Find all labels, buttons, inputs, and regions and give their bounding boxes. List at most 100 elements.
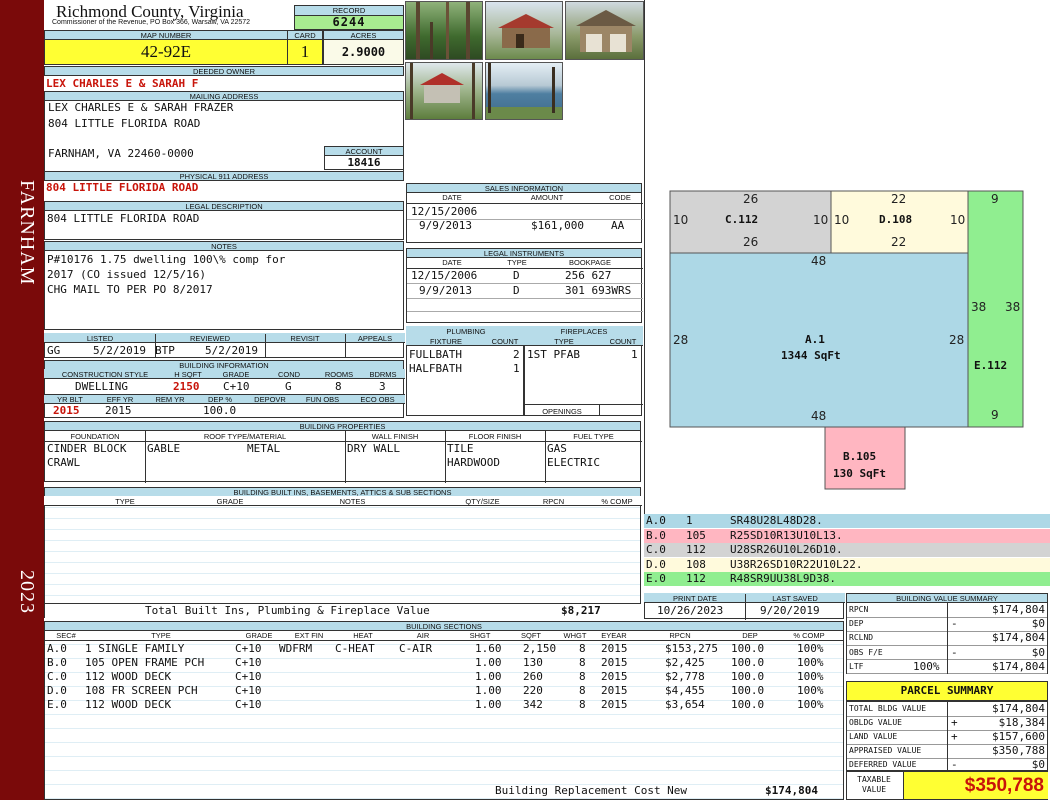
owner-name: LEX CHARLES E & SARAH F [46,77,199,90]
section-cell-dep: 100.0 [731,642,765,655]
fixture-count: 2 [513,348,520,361]
sketch-code-row: C.0 112 U28SR26U10L26D10. [644,543,1050,558]
note-line: CHG MAIL TO PER PO 8/2017 [47,283,213,296]
plumbing-header: PLUMBING [446,327,486,336]
print-date-label: PRINT DATE [673,594,717,603]
fireplace-col-type: TYPE [554,337,574,346]
col-eff-yr: EFF YR [106,395,134,404]
section-cell-sqft: 130 [523,656,543,669]
section-cell-whgt: 8 [579,670,586,683]
li-col-date: DATE [442,258,462,267]
fixture: HALFBATH [409,362,462,375]
physical-address-header: PHYSICAL 911 ADDRESS [44,171,404,181]
garage-icon [576,10,636,52]
sketch-code-sec: C.0 [646,543,666,557]
reviewed-date: 5/2/2019 [205,344,258,357]
col-wall: WALL FINISH [371,432,419,441]
section-cell-air: C-AIR [399,642,433,655]
parcel-sign: - [951,758,958,771]
value-summary-value: $174,804 [992,631,1045,645]
dim-label: 10 [834,213,850,227]
dim-label: 48 [811,409,827,423]
built-ins-total-label: Total Built Ins, Plumbing & Fireplace Va… [145,604,430,617]
section-e-name: E.112 [974,359,1008,372]
sketch-code-sec: E.0 [646,572,666,586]
listed-by: GG [47,344,61,357]
value-summary-value: $174,804 [992,603,1045,616]
col-bdrms: BDRMS [369,370,397,379]
dim-label: 38 [971,300,987,314]
col-floor: FLOOR FINISH [468,432,522,441]
section-col-header: EXT FIN [294,631,324,640]
col-fuel: FUEL TYPE [573,432,614,441]
section-cell-shgt: 1.00 [475,684,502,697]
dim-label: 38 [1005,300,1021,314]
sale-amount: $161,000 [531,219,584,232]
legal-description: 804 LITTLE FLORIDA ROAD [44,210,404,240]
parcel-sign: + [951,730,958,743]
building-value-summary: RPCN $174,804 DEP - $0 RCLND $174,804 OBS F/E - $… [846,602,1048,675]
sale-date: 9/9/2013 [419,219,472,232]
property-photo[interactable] [405,62,483,120]
sketch-code-type: 108 [686,557,706,571]
section-col-header: HEAT [353,631,373,640]
parcel-value: $350,788 [992,744,1045,757]
section-col-header: GRADE [245,631,273,640]
section-cell-sec: E.0 [47,698,67,711]
floor-finish: HARDWOOD [447,456,500,469]
section-cell-shgt: 1.00 [475,656,502,669]
section-cell-type: 112 WOOD DECK [85,698,172,711]
dim-label: 9 [991,408,999,422]
value-summary-key: RPCN [849,605,869,614]
sketch-code-row: E.0 112 R48SR9UU38L9D38. [644,572,1050,587]
value-summary-sign: - [951,645,958,659]
builtin-col-rpcn: RPCN [542,497,565,506]
sales-table: DATE AMOUNT CODE 12/15/2006 9/9/2013 $16… [406,192,643,243]
grade: C+10 [223,380,250,393]
section-col-header: SHGT [469,631,491,640]
taxable-label: VALUE [861,785,887,794]
dim-label: 10 [950,213,966,227]
section-a-area: 1344 SqFt [781,349,841,362]
built-ins-table: TYPE GRADE NOTES QTY/SIZE RPCN % COMP To… [44,496,642,618]
sales-col-amount: AMOUNT [530,193,564,202]
section-b-name: B.105 [843,450,877,463]
last-saved-date: 9/20/2019 [760,604,820,617]
taxable-value: $350,788 [903,772,1048,799]
plumbing-col-fixture: FIXTURE [429,337,463,346]
deeded-owner-header: DEEDED OWNER [44,66,404,76]
listed-date: 5/2/2019 [93,344,146,357]
replacement-cost: $174,804 [765,784,818,797]
property-photo[interactable] [485,62,563,120]
parcel-key: TOTAL BLDG VALUE [849,704,927,713]
section-cell-sqft: 2,150 [523,642,557,655]
section-cell-whgt: 8 [579,698,586,711]
side-bar: FARNHAM 2023 [0,0,44,800]
property-photo[interactable] [485,1,563,60]
property-photo[interactable] [405,1,483,60]
col-cond: COND [277,370,301,379]
review-row: LISTED REVIEWED REVISIT APPEALS GG 5/2/2… [44,333,405,358]
builtin-col-comp: % COMP [601,497,633,506]
parcel-value: $157,600 [992,730,1045,743]
sales-col-date: DATE [442,193,462,202]
tree-icon [416,2,470,59]
section-cell-sqft: 220 [523,684,543,697]
section-cell-comp: 100% [797,670,824,683]
account-number: 18416 [324,155,404,170]
parcel-summary-header: PARCEL SUMMARY [846,681,1048,701]
dim-label: 22 [891,192,907,206]
note-line: 2017 (CO issued 12/5/16) [47,268,206,281]
property-photo[interactable] [565,1,644,60]
house-icon [410,63,475,119]
openings-label: OPENINGS [542,407,582,416]
district-label: FARNHAM [16,180,38,286]
section-cell-whgt: 8 [579,656,586,669]
fixture-count: 1 [513,362,520,375]
foundation: CINDER BLOCK [47,442,127,455]
section-cell-sec: B.0 [47,656,67,669]
parcel-value: $174,804 [992,702,1045,715]
li-bookpage: 256 627 [565,269,612,282]
fireplace-type: 1ST PFAB [527,348,580,361]
section-cell-comp: 100% [797,642,824,655]
